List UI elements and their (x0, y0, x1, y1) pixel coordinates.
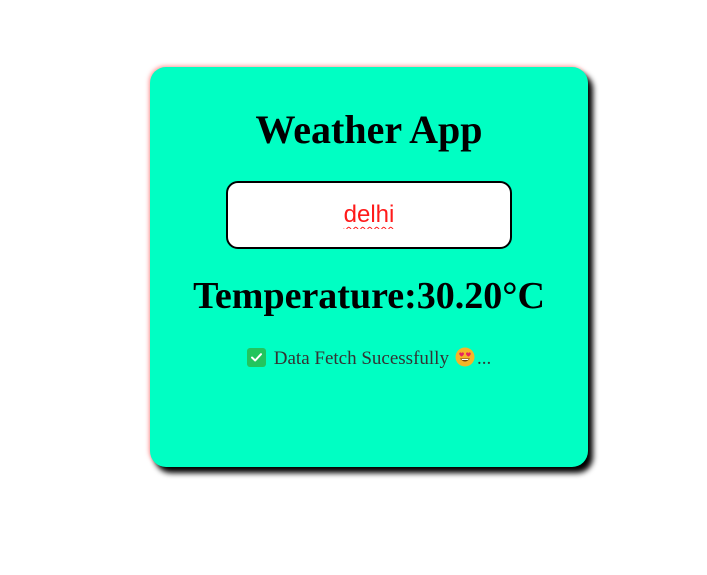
heart-eyes-emoji-icon (455, 347, 475, 367)
temperature-display: Temperature:30.20°C (193, 275, 545, 317)
status-message: Data Fetch Sucessfully ... (150, 347, 588, 371)
city-search-input[interactable] (226, 181, 512, 249)
status-text: Data Fetch Sucessfully (273, 348, 449, 369)
status-ellipsis: ... (476, 348, 492, 369)
weather-card: Weather App Temperature:30.20°C Data Fet… (150, 67, 588, 467)
check-icon (246, 348, 266, 367)
app-title: Weather App (255, 107, 483, 152)
